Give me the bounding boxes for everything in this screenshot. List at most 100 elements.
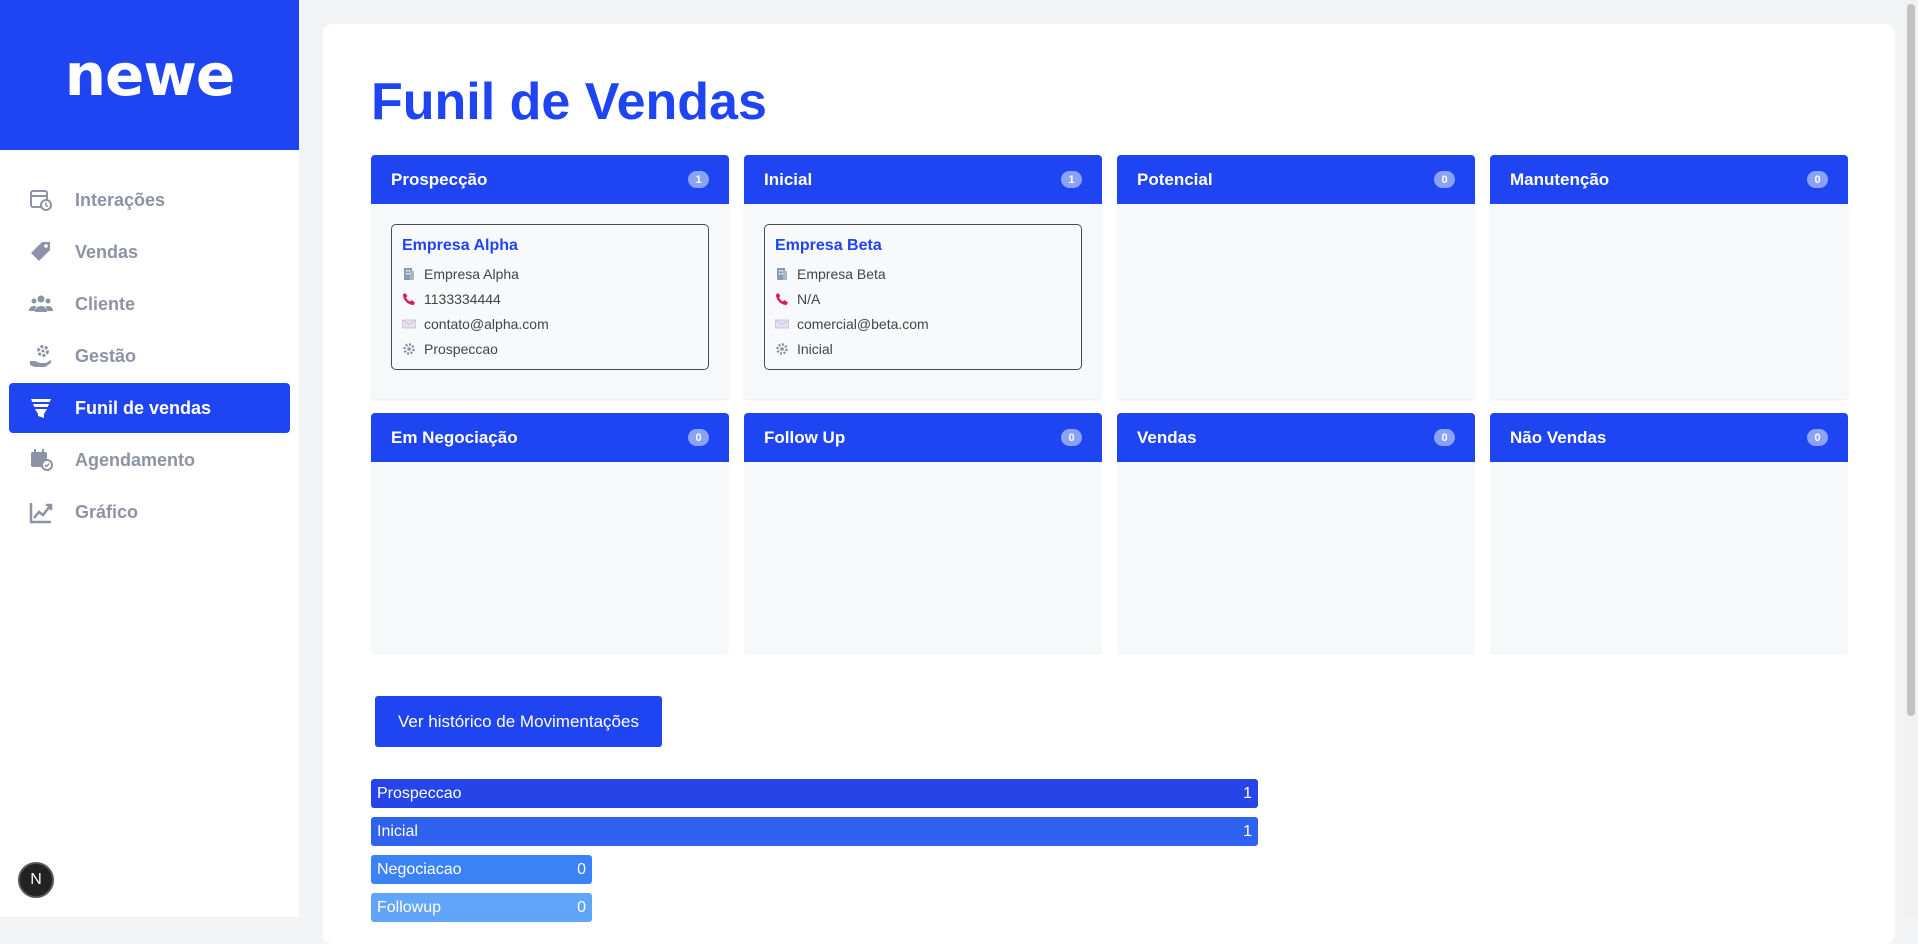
lead-card-title: Empresa Alpha bbox=[402, 237, 518, 254]
lead-status: Inicial bbox=[797, 340, 833, 357]
email-line: contato@alpha.com bbox=[402, 311, 698, 336]
sidebar-item-funil-de-vendas[interactable]: Funil de vendas bbox=[9, 383, 290, 433]
sidebar-item-label: Gráfico bbox=[75, 501, 139, 522]
logo[interactable]: newe bbox=[0, 0, 299, 150]
page-title: Funil de Vendas bbox=[371, 73, 767, 131]
main-panel: Funil de Vendas Prospecção 1 Empresa Alp… bbox=[323, 24, 1895, 944]
phone-icon bbox=[775, 292, 789, 306]
scrollbar-thumb[interactable] bbox=[1907, 4, 1915, 716]
stage-bars: Prospeccao 1 Inicial 1 Negociacao 0 Foll… bbox=[371, 779, 1258, 931]
column-title: Manutenção bbox=[1510, 169, 1610, 189]
lead-card[interactable]: Empresa Alpha Empresa Alpha 1133334444 c… bbox=[391, 224, 709, 370]
column-potencial: Potencial 0 bbox=[1117, 155, 1475, 399]
phone-icon bbox=[402, 292, 416, 306]
users-icon bbox=[27, 290, 55, 318]
status-line: Prospeccao bbox=[402, 336, 698, 361]
stage-bar-label: Negociacao bbox=[377, 860, 462, 878]
sidebar-item-grafico[interactable]: Gráfico bbox=[9, 487, 290, 537]
count-badge: 1 bbox=[1061, 171, 1082, 188]
column-follow-up: Follow Up 0 bbox=[744, 413, 1102, 655]
column-title: Potencial bbox=[1137, 169, 1213, 189]
stage-bar-value: 0 bbox=[577, 860, 586, 878]
count-badge: 1 bbox=[688, 171, 709, 188]
column-title: Prospecção bbox=[391, 169, 488, 189]
count-badge: 0 bbox=[1807, 171, 1828, 188]
stage-bar-label: Prospeccao bbox=[377, 784, 462, 802]
sidebar: newe Interações Vendas Cliente Gestão Fu… bbox=[0, 0, 299, 917]
company-name: Empresa Alpha bbox=[424, 265, 519, 282]
page-scrollbar[interactable] bbox=[1904, 0, 1918, 917]
column-header: Potencial 0 bbox=[1117, 155, 1475, 204]
chart-line-icon bbox=[27, 498, 55, 526]
phone-line: N/A bbox=[775, 286, 1071, 311]
sidebar-item-agendamento[interactable]: Agendamento bbox=[9, 435, 290, 485]
count-badge: 0 bbox=[1434, 429, 1455, 446]
lead-status: Prospeccao bbox=[424, 340, 498, 357]
stage-bar-inicial: Inicial 1 bbox=[371, 817, 1258, 846]
count-badge: 0 bbox=[1807, 429, 1828, 446]
column-header: Não Vendas 0 bbox=[1490, 413, 1848, 462]
stage-bar-value: 0 bbox=[577, 898, 586, 916]
status-line: Inicial bbox=[775, 336, 1071, 361]
gear-icon bbox=[402, 342, 416, 356]
sidebar-item-gestao[interactable]: Gestão bbox=[9, 331, 290, 381]
phone-line: 1133334444 bbox=[402, 286, 698, 311]
count-badge: 0 bbox=[688, 429, 709, 446]
envelope-icon bbox=[402, 317, 416, 331]
calendar-check-icon bbox=[27, 446, 55, 474]
history-button[interactable]: Ver histórico de Movimentações bbox=[375, 696, 662, 747]
sidebar-item-label: Vendas bbox=[75, 241, 139, 262]
tag-icon bbox=[27, 238, 55, 266]
sidebar-item-interacoes[interactable]: Interações bbox=[9, 175, 290, 225]
email-line: comercial@beta.com bbox=[775, 311, 1071, 336]
sidebar-item-cliente[interactable]: Cliente bbox=[9, 279, 290, 329]
column-header: Vendas 0 bbox=[1117, 413, 1475, 462]
stage-bar-value: 1 bbox=[1243, 784, 1252, 802]
stage-bar-negociacao: Negociacao 0 bbox=[371, 855, 592, 884]
column-header: Follow Up 0 bbox=[744, 413, 1102, 462]
stage-bar-followup: Followup 0 bbox=[371, 893, 592, 922]
phone-number: 1133334444 bbox=[424, 290, 501, 307]
lead-card-title: Empresa Beta bbox=[775, 237, 882, 254]
company-line: Empresa Alpha bbox=[402, 261, 698, 286]
stage-bar-prospeccao: Prospeccao 1 bbox=[371, 779, 1258, 808]
hand-gear-icon bbox=[27, 342, 55, 370]
sidebar-item-label: Agendamento bbox=[75, 449, 196, 470]
envelope-icon bbox=[775, 317, 789, 331]
lead-card[interactable]: Empresa Beta Empresa Beta N/A comercial@… bbox=[764, 224, 1082, 370]
sidebar-nav: Interações Vendas Cliente Gestão Funil d… bbox=[0, 175, 299, 537]
column-title: Follow Up bbox=[764, 427, 846, 447]
stage-bar-value: 1 bbox=[1243, 822, 1252, 840]
company-line: Empresa Beta bbox=[775, 261, 1071, 286]
phone-number: N/A bbox=[797, 290, 821, 307]
column-header: Inicial 1 bbox=[744, 155, 1102, 204]
logo-text: newe bbox=[64, 41, 236, 109]
gear-icon bbox=[775, 342, 789, 356]
dev-tools-badge[interactable]: N bbox=[18, 862, 54, 898]
stage-bar-label: Followup bbox=[377, 898, 442, 916]
stage-bar-label: Inicial bbox=[377, 822, 418, 840]
column-inicial: Inicial 1 Empresa Beta Empresa Beta N/A … bbox=[744, 155, 1102, 399]
column-header: Manutenção 0 bbox=[1490, 155, 1848, 204]
column-manutencao: Manutenção 0 bbox=[1490, 155, 1848, 399]
sidebar-item-vendas[interactable]: Vendas bbox=[9, 227, 290, 277]
sidebar-item-label: Funil de vendas bbox=[75, 397, 212, 418]
column-title: Em Negociação bbox=[391, 427, 518, 447]
sidebar-item-label: Gestão bbox=[75, 345, 137, 366]
column-header: Prospecção 1 bbox=[371, 155, 729, 204]
column-em-negociacao: Em Negociação 0 bbox=[371, 413, 729, 655]
column-prospeccao: Prospecção 1 Empresa Alpha Empresa Alpha… bbox=[371, 155, 729, 399]
column-nao-vendas: Não Vendas 0 bbox=[1490, 413, 1848, 655]
column-header: Em Negociação 0 bbox=[371, 413, 729, 462]
count-badge: 0 bbox=[1061, 429, 1082, 446]
company-name: Empresa Beta bbox=[797, 265, 886, 282]
sidebar-item-label: Interações bbox=[75, 189, 166, 210]
column-title: Vendas bbox=[1137, 427, 1197, 447]
column-title: Não Vendas bbox=[1510, 427, 1607, 447]
kanban-board: Prospecção 1 Empresa Alpha Empresa Alpha… bbox=[371, 155, 1848, 655]
calendar-clock-icon bbox=[27, 186, 55, 214]
email-address: contato@alpha.com bbox=[424, 315, 549, 332]
email-address: comercial@beta.com bbox=[797, 315, 929, 332]
funnel-icon bbox=[27, 394, 55, 422]
column-title: Inicial bbox=[764, 169, 813, 189]
